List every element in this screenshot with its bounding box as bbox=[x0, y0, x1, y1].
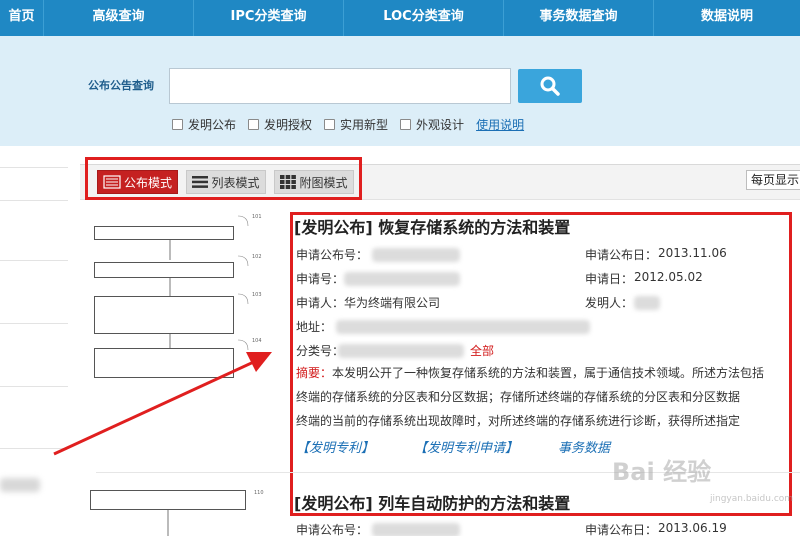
invention-patent-link[interactable]: 【发明专利】 bbox=[296, 437, 374, 456]
per-page-select[interactable]: 每页显示 bbox=[746, 170, 800, 190]
svg-text:110: 110 bbox=[254, 490, 264, 496]
mode-highlight-box bbox=[85, 157, 362, 200]
pub-date-value: 2013.06.19 bbox=[658, 521, 727, 535]
nav-item-transaction-search[interactable]: 事务数据查询 bbox=[504, 0, 654, 36]
app-date-value: 2012.05.02 bbox=[634, 270, 703, 284]
top-nav: 首页 高级查询 IPC分类查询 LOC分类查询 事务数据查询 数据说明 bbox=[0, 0, 800, 36]
abstract-text: 本发明公开了一种恢复存储系统的方法和装置，属于通信技术领域。所述方法包括 bbox=[332, 366, 765, 380]
nav-item-advanced-search[interactable]: 高级查询 bbox=[44, 0, 194, 36]
left-divider bbox=[0, 167, 68, 168]
app-number-label: 申请号： bbox=[296, 272, 345, 286]
abstract-label: 摘要： bbox=[296, 366, 333, 380]
inventor-redacted bbox=[634, 296, 660, 310]
pub-date-label: 申请公布日： bbox=[585, 248, 658, 262]
nav-item-home[interactable]: 首页 bbox=[0, 0, 44, 36]
patent-type-filters: 发明公布 发明授权 实用新型 外观设计 使用说明 bbox=[172, 116, 524, 133]
classification-all-link[interactable]: 全部 bbox=[470, 342, 494, 359]
filter-design[interactable]: 外观设计 bbox=[400, 116, 464, 133]
address-redacted bbox=[336, 320, 590, 334]
pub-number-label: 申请公布号： bbox=[296, 523, 369, 536]
pub-number-label: 申请公布号： bbox=[296, 248, 369, 262]
result-thumbnail-figure[interactable]: 110 bbox=[88, 484, 268, 536]
pub-number-redacted bbox=[372, 523, 460, 536]
search-input[interactable] bbox=[169, 68, 511, 104]
svg-text:102: 102 bbox=[252, 254, 262, 260]
filter-invention-publication[interactable]: 发明公布 bbox=[172, 116, 236, 133]
pub-date-label: 申请公布日： bbox=[585, 523, 658, 536]
nav-item-ipc-search[interactable]: IPC分类查询 bbox=[194, 0, 344, 36]
invention-application-link[interactable]: 【发明专利申请】 bbox=[414, 437, 518, 456]
classification-label: 分类号： bbox=[296, 344, 345, 358]
nav-item-data-description[interactable]: 数据说明 bbox=[654, 0, 800, 36]
result-title[interactable]: [发明公布] 列车自动防护的方法和装置 bbox=[294, 490, 570, 514]
address-label: 地址： bbox=[296, 320, 333, 334]
filter-utility-model[interactable]: 实用新型 bbox=[324, 116, 388, 133]
search-label: 公布公告查询 bbox=[88, 79, 154, 92]
checkbox-label: 实用新型 bbox=[340, 118, 389, 132]
pub-date-value: 2013.11.06 bbox=[658, 246, 727, 260]
search-panel: 公布公告查询 发明公布 发明授权 实用新型 外观设计 使用说明 bbox=[0, 36, 800, 146]
checkbox[interactable] bbox=[248, 119, 260, 130]
classification-redacted bbox=[338, 344, 464, 358]
transaction-data-link[interactable]: 事务数据 bbox=[558, 437, 610, 456]
baidu-watermark: Bai 经验 bbox=[612, 458, 712, 486]
left-divider bbox=[0, 260, 68, 261]
applicant-value: 华为终端有限公司 bbox=[344, 296, 441, 310]
help-link[interactable]: 使用说明 bbox=[476, 116, 524, 133]
flowchart-step bbox=[94, 296, 234, 334]
checkbox[interactable] bbox=[400, 119, 412, 130]
left-redacted-text bbox=[0, 478, 40, 492]
app-date-label: 申请日： bbox=[585, 272, 634, 286]
left-divider bbox=[0, 323, 68, 324]
pub-number-redacted bbox=[372, 248, 460, 262]
svg-text:101: 101 bbox=[252, 214, 262, 220]
left-divider bbox=[0, 200, 68, 201]
search-button[interactable] bbox=[518, 69, 582, 103]
search-icon bbox=[540, 76, 560, 96]
app-number-redacted bbox=[344, 272, 460, 286]
checkbox-label: 发明公布 bbox=[188, 118, 237, 132]
filter-invention-grant[interactable]: 发明授权 bbox=[248, 116, 312, 133]
checkbox[interactable] bbox=[324, 119, 336, 130]
abstract-line: 摘要：本发明公开了一种恢复存储系统的方法和装置，属于通信技术领域。所述方法包括 bbox=[296, 364, 790, 382]
abstract-line: 终端的存储系统的分区表和分区数据；存储所述终端的存储系统的分区表和分区数据 bbox=[296, 390, 741, 404]
abstract-line: 终端的当前的存储系统出现故障时，对所述终端的存储系统进行诊断，获得所述指定 bbox=[296, 414, 741, 428]
annotation-arrow-icon bbox=[53, 352, 272, 456]
inventor-label: 发明人： bbox=[585, 296, 634, 310]
checkbox[interactable] bbox=[172, 119, 183, 130]
result-title[interactable]: [发明公布] 恢复存储系统的方法和装置 bbox=[294, 214, 570, 238]
nav-item-loc-search[interactable]: LOC分类查询 bbox=[344, 0, 504, 36]
svg-text:103: 103 bbox=[252, 292, 262, 298]
checkbox-label: 发明授权 bbox=[264, 118, 313, 132]
flowchart-step bbox=[94, 262, 234, 278]
checkbox-label: 外观设计 bbox=[416, 118, 465, 132]
baidu-watermark-url: jingyan.baidu.com bbox=[710, 494, 794, 504]
applicant-label: 申请人： bbox=[296, 296, 345, 310]
flowchart-step bbox=[94, 226, 234, 240]
